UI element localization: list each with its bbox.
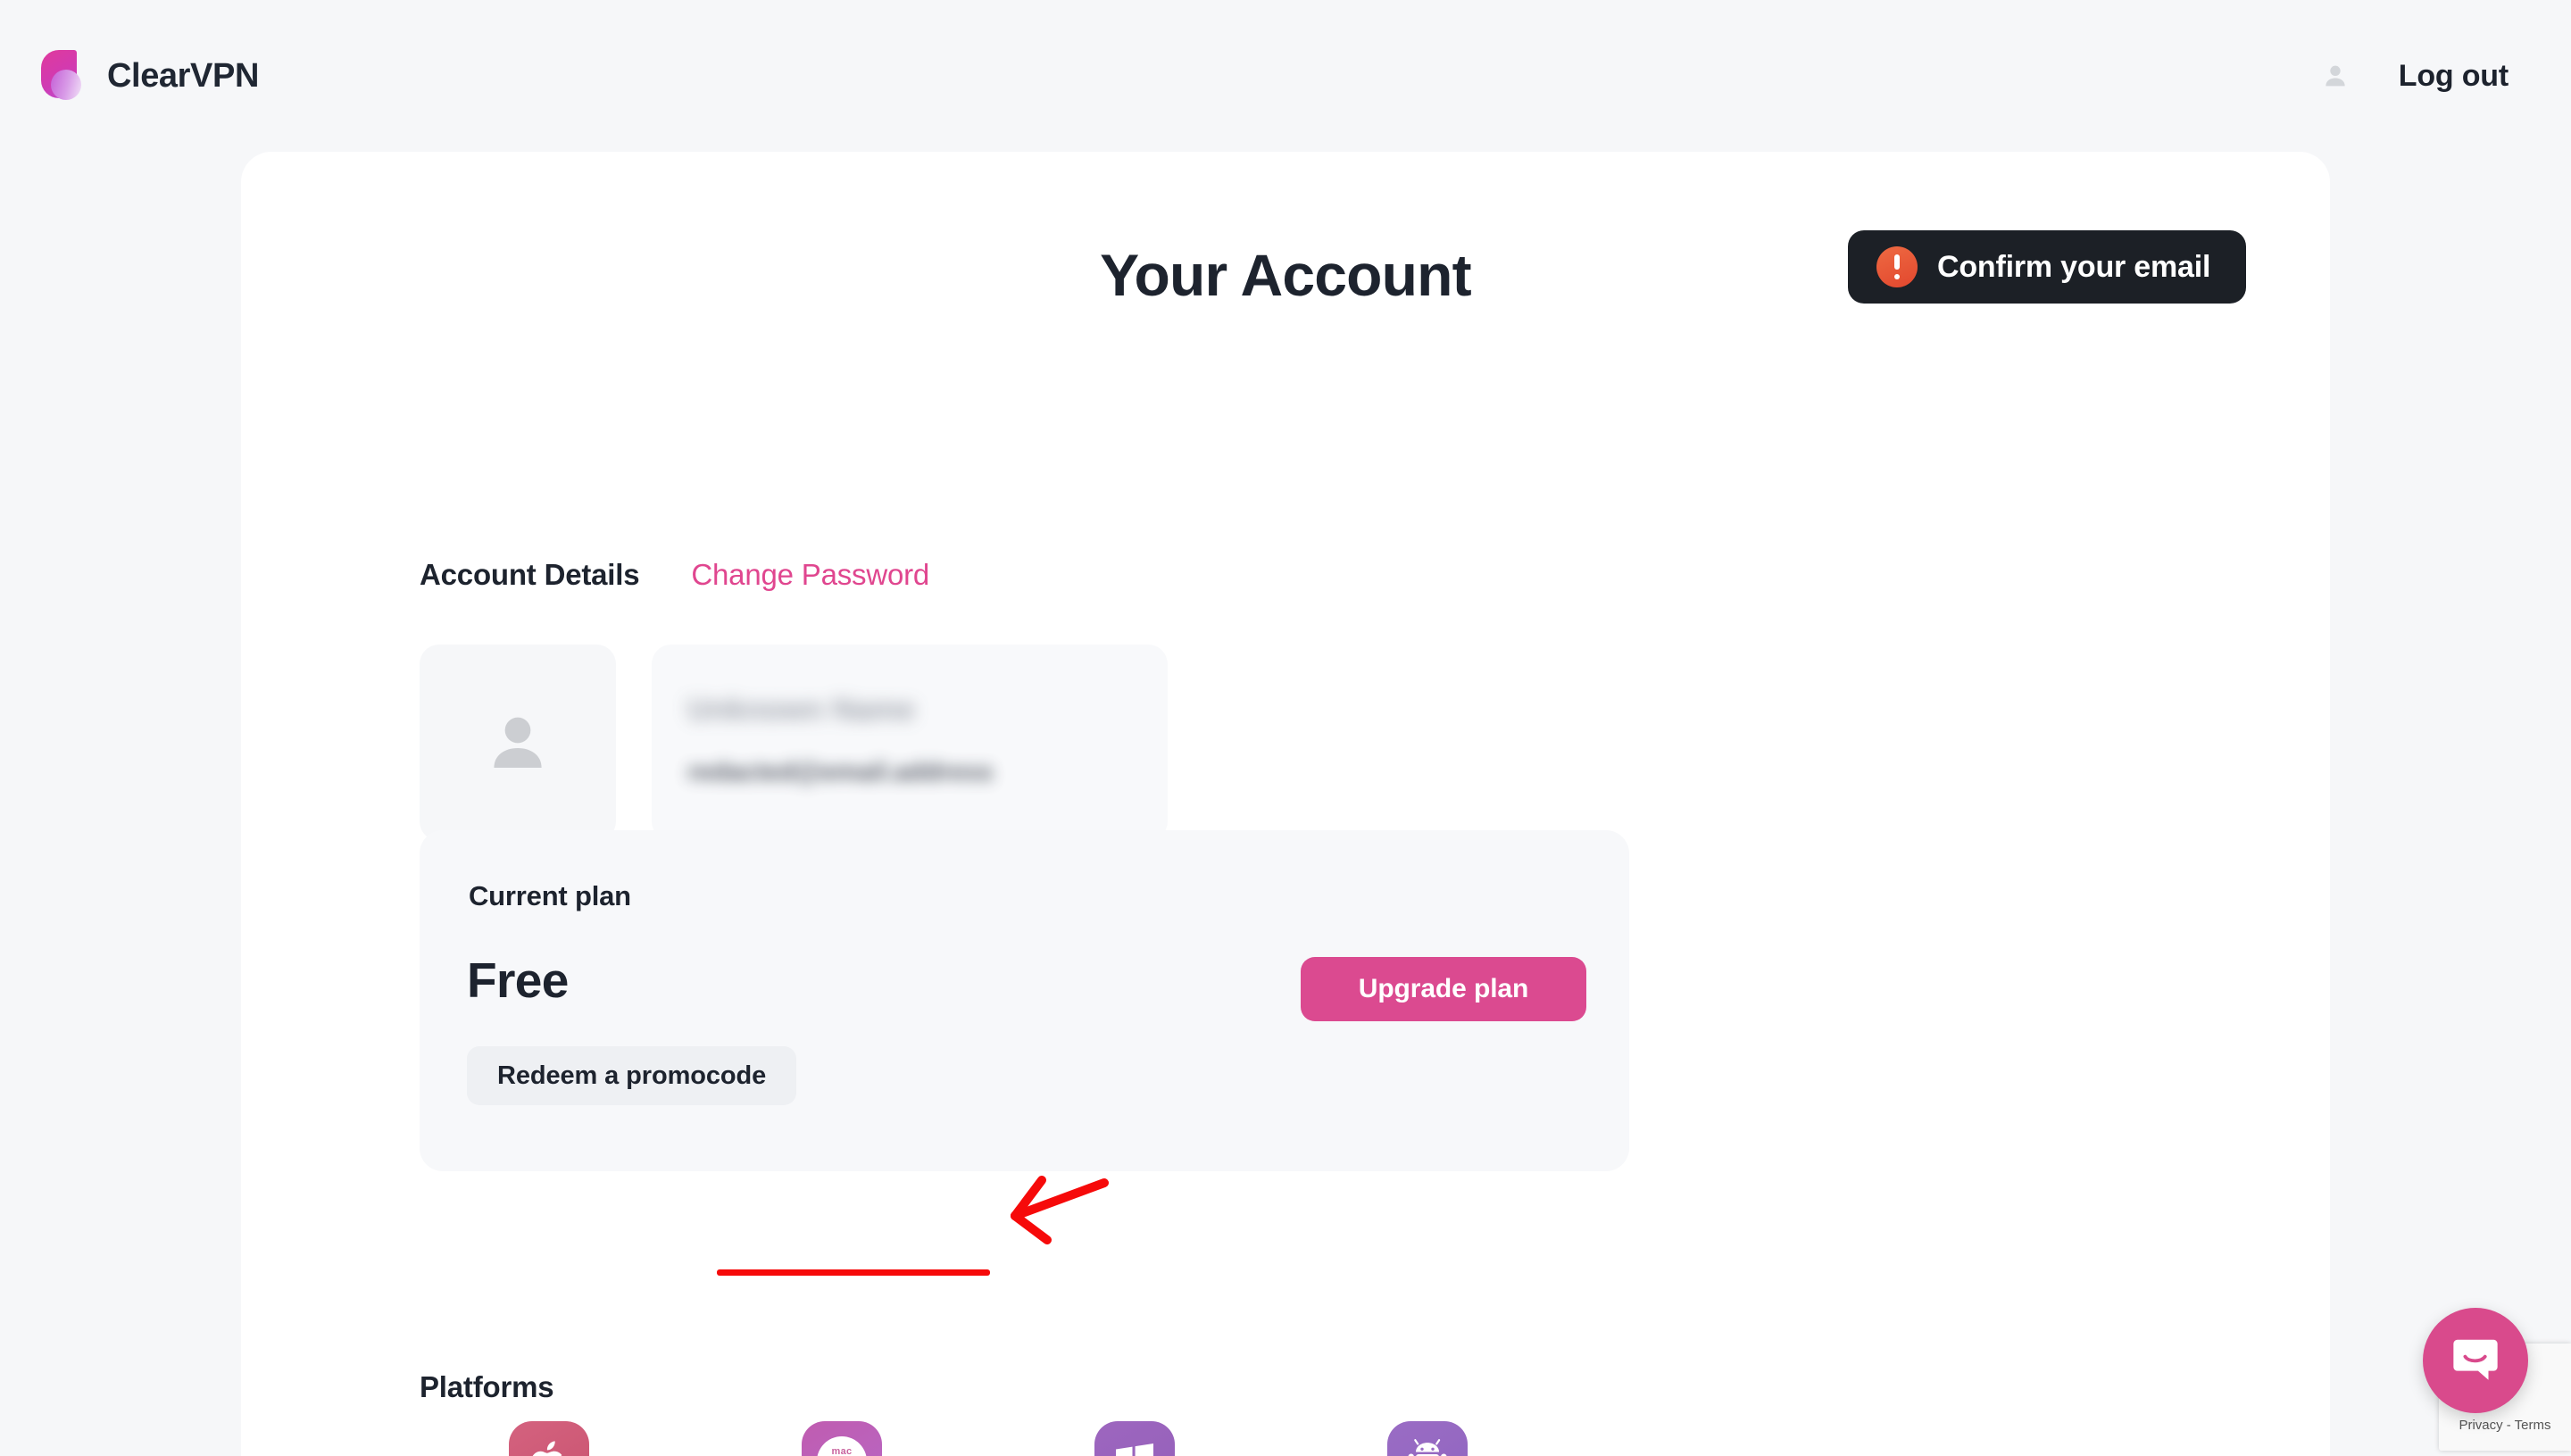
logout-button[interactable]: Log out <box>2399 59 2509 94</box>
warning-exclamation-icon <box>1876 246 1918 287</box>
upgrade-plan-button[interactable]: Upgrade plan <box>1301 957 1586 1021</box>
tab-account-details[interactable]: Account Details <box>420 558 640 592</box>
billing-card: Current plan Free Upgrade plan Redeem a … <box>420 830 1629 1171</box>
confirm-email-label: Confirm your email <box>1937 249 2211 284</box>
macos-logo-icon: mac OS <box>802 1421 882 1456</box>
user-avatar-icon[interactable] <box>2320 61 2351 91</box>
account-name: Unknown Name <box>687 693 916 727</box>
profile-row: Unknown Name redacted@email.address <box>420 645 1168 841</box>
app-header: ClearVPN Log out <box>0 0 2571 152</box>
macos-badge-top: mac <box>831 1445 853 1456</box>
clearvpn-logo-icon <box>37 50 87 102</box>
redeem-promocode-button[interactable]: Redeem a promocode <box>467 1046 797 1105</box>
red-pointer-arrow <box>1011 1176 1109 1244</box>
intercom-chat-launcher[interactable] <box>2423 1308 2528 1413</box>
current-plan-label: Current plan <box>469 880 631 911</box>
current-plan-value: Free <box>467 953 569 1008</box>
brand[interactable]: ClearVPN <box>37 50 259 102</box>
account-tabs: Account Details Change Password <box>420 558 929 592</box>
confirm-email-button[interactable]: Confirm your email <box>1848 230 2247 304</box>
apple-logo-icon <box>509 1421 589 1456</box>
header-right: Log out <box>2320 59 2517 94</box>
android-logo-icon <box>1387 1421 1468 1456</box>
account-email: redacted@email.address <box>687 758 994 786</box>
brand-name: ClearVPN <box>107 56 259 95</box>
title-row: Your Account Confirm your email <box>241 230 2330 339</box>
chat-bubble-smile-icon <box>2453 1339 2498 1380</box>
windows-logo-icon <box>1094 1421 1175 1456</box>
avatar[interactable] <box>420 645 616 841</box>
person-placeholder-icon <box>494 717 542 768</box>
account-page-card: Your Account Confirm your email Account … <box>241 152 2330 1456</box>
identity-box: Unknown Name redacted@email.address <box>652 645 1168 841</box>
platforms-heading: Platforms <box>420 1370 554 1403</box>
tab-change-password[interactable]: Change Password <box>691 558 929 592</box>
red-underline-annotation <box>717 1269 990 1276</box>
recaptcha-legal-text[interactable]: Privacy - Terms <box>2439 1418 2571 1433</box>
